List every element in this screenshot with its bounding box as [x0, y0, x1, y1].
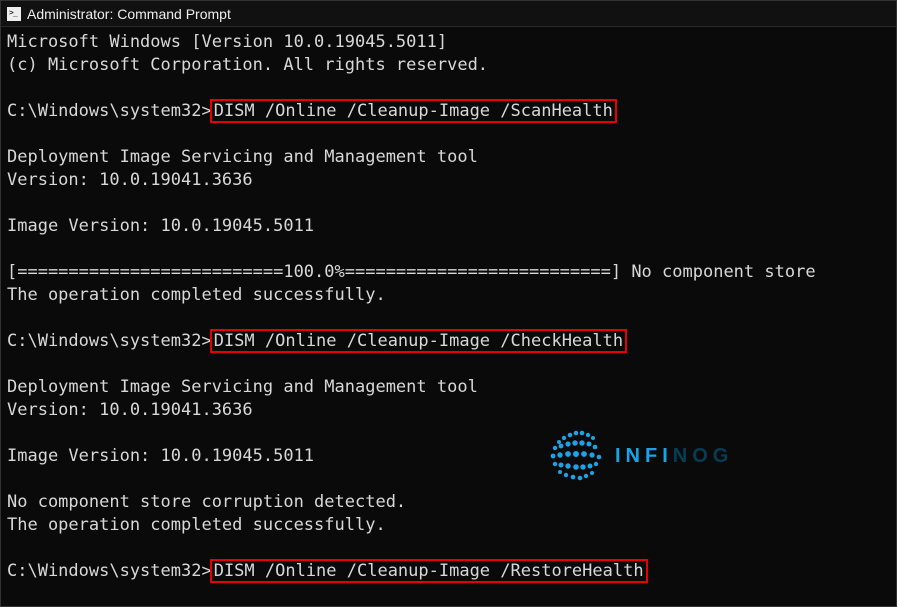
title-text: Administrator: Command Prompt [27, 6, 231, 22]
line-dism-title-2: Deployment Image Servicing and Managemen… [7, 377, 478, 397]
highlight-scanhealth: DISM /Online /Cleanup-Image /ScanHealth [210, 99, 617, 123]
cmd-window: Administrator: Command Prompt Microsoft … [0, 0, 897, 607]
titlebar[interactable]: Administrator: Command Prompt [1, 1, 896, 27]
line-dism-title-1: Deployment Image Servicing and Managemen… [7, 147, 478, 167]
cmd-icon [7, 7, 21, 21]
line-no-corruption: No component store corruption detected. [7, 492, 406, 512]
line-op-done-2: The operation completed successfully. [7, 515, 386, 535]
line-dism-version-2: Version: 10.0.19041.3636 [7, 400, 253, 420]
cmd-restorehealth: DISM /Online /Cleanup-Image /RestoreHeal… [214, 561, 644, 581]
cmd-checkhealth: DISM /Online /Cleanup-Image /CheckHealth [214, 331, 623, 351]
highlight-restorehealth: DISM /Online /Cleanup-Image /RestoreHeal… [210, 559, 648, 583]
cmd-scanhealth: DISM /Online /Cleanup-Image /ScanHealth [214, 101, 613, 121]
line-progress: [==========================100.0%=======… [7, 262, 816, 282]
console-area[interactable]: Microsoft Windows [Version 10.0.19045.50… [1, 27, 896, 587]
line-dism-version-1: Version: 10.0.19041.3636 [7, 170, 253, 190]
line-image-version-2: Image Version: 10.0.19045.5011 [7, 446, 314, 466]
prompt-3: C:\Windows\system32> [7, 561, 212, 581]
line-image-version-1: Image Version: 10.0.19045.5011 [7, 216, 314, 236]
prompt-1: C:\Windows\system32> [7, 101, 212, 121]
highlight-checkhealth: DISM /Online /Cleanup-Image /CheckHealth [210, 329, 627, 353]
line-os-version: Microsoft Windows [Version 10.0.19045.50… [7, 32, 447, 52]
line-copyright: (c) Microsoft Corporation. All rights re… [7, 55, 488, 75]
prompt-2: C:\Windows\system32> [7, 331, 212, 351]
line-op-done-1: The operation completed successfully. [7, 285, 386, 305]
